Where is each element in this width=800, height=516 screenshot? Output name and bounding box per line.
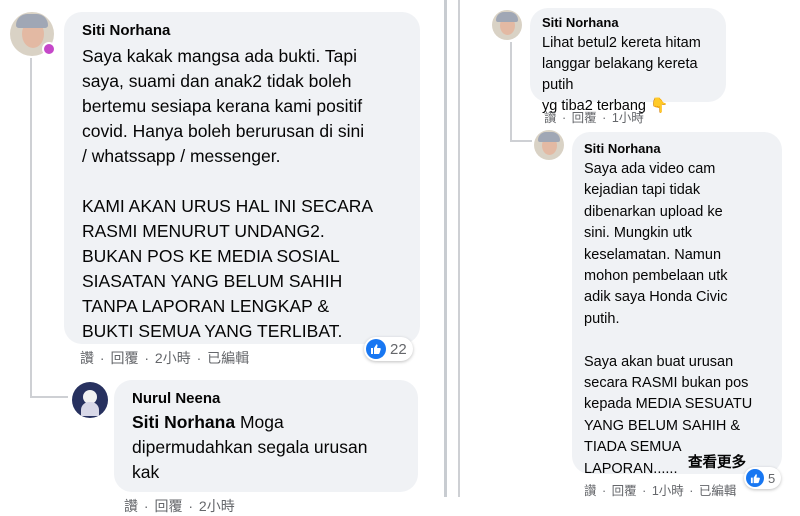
thread-line [510,42,512,142]
avatar-headscarf [496,12,518,22]
comment-actions: 讚 · 回覆 · 1小時 [544,107,646,126]
separator: · [562,111,567,125]
separator: · [602,484,607,498]
panel-divider [444,0,447,497]
comment-author[interactable]: Siti Norhana [542,15,619,30]
reaction-count: 5 [768,470,776,486]
reply-link[interactable]: 回覆 [154,498,182,514]
separator: · [188,498,194,514]
avatar-headscarf [538,132,560,142]
thread-connector [510,140,532,142]
like-reaction-icon [366,339,386,359]
edited-label: 已編輯 [698,484,737,498]
avatar[interactable] [492,10,522,40]
like-reaction-icon [746,469,764,487]
thread-connector [30,396,68,398]
separator: · [196,350,202,366]
see-more-link[interactable]: 查看更多 [688,451,746,472]
reply-text: Saya ada video cam kejadian tapi tidak d… [584,161,753,477]
reaction-count: 22 [390,340,407,358]
timestamp-link[interactable]: 2小時 [199,498,235,514]
like-link[interactable]: 讚 [124,498,138,514]
like-link[interactable]: 讚 [584,484,597,498]
timestamp-link[interactable]: 1小時 [612,111,644,125]
thread-line [458,0,460,497]
like-link[interactable]: 讚 [544,111,557,125]
reply-text: Siti Norhana Moga dipermudahkan segala u… [132,410,412,485]
reply-link[interactable]: 回覆 [572,111,597,125]
separator: · [642,484,647,498]
reply-actions: 讚 · 回覆 · 2小時 [124,496,237,516]
separator: · [689,484,694,498]
timestamp-link[interactable]: 2小時 [155,350,191,366]
reaction-badge[interactable]: 5 [744,467,782,489]
avatar-figure [81,402,99,416]
reply-link[interactable]: 回覆 [612,484,637,498]
separator: · [602,111,607,125]
reply-actions: 讚 · 回覆 · 1小時 · 已編輯 [584,480,738,499]
reply-avatar[interactable] [534,130,564,160]
separator: · [144,350,150,366]
online-badge [42,42,56,56]
comment-author[interactable]: Siti Norhana [82,22,170,39]
edited-label: 已編輯 [207,350,250,366]
reply-author[interactable]: Siti Norhana [584,141,661,156]
reply-author[interactable]: Nurul Neena [132,390,220,407]
separator: · [99,350,105,366]
timestamp-link[interactable]: 1小時 [652,484,684,498]
reply-link[interactable]: 回覆 [110,350,138,366]
comment-text: Saya kakak mangsa ada bukti. Tapi saya, … [82,46,374,341]
reply-avatar[interactable] [72,382,108,418]
separator: · [143,498,149,514]
reaction-badge[interactable]: 22 [364,337,413,361]
mention-tag[interactable]: Siti Norhana [132,412,235,432]
thread-line [30,58,32,398]
like-link[interactable]: 讚 [80,350,94,366]
avatar-headscarf [16,14,48,28]
comment-actions: 讚 · 回覆 · 2小時 · 已編輯 [80,348,251,368]
comment-text: Lihat betul2 kereta hitam langgar belaka… [542,35,701,114]
